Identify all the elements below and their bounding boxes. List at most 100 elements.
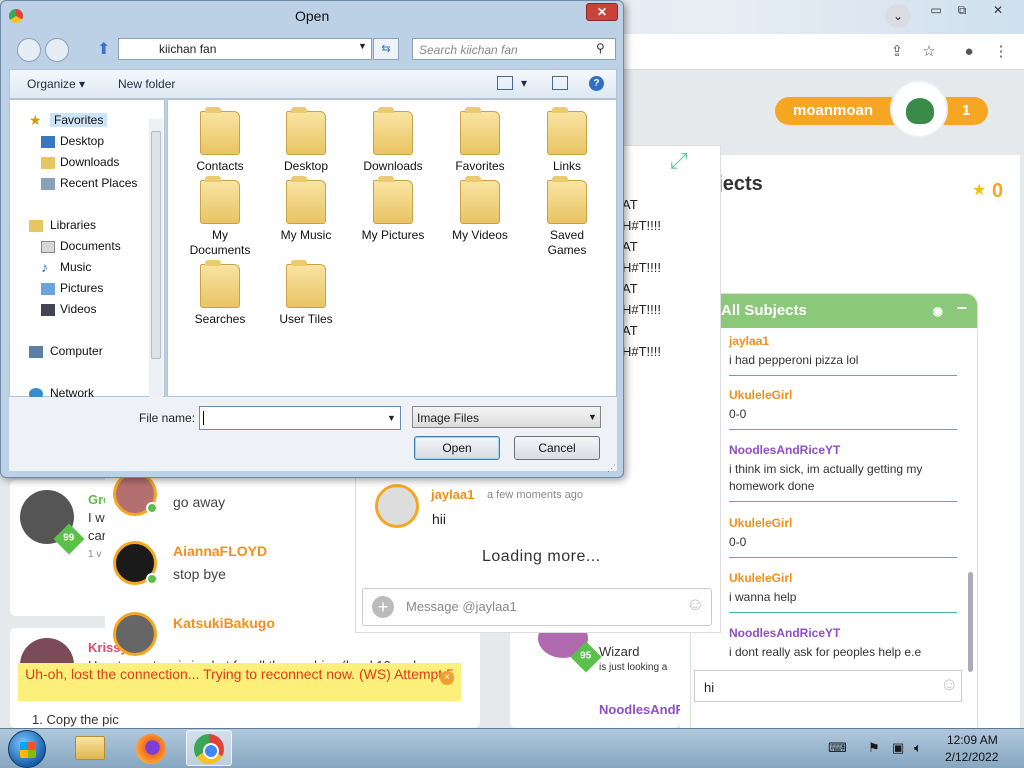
all-subjects-header[interactable]: All Subjects ◉ −: [691, 294, 977, 328]
clock-time[interactable]: 12:09 AM: [947, 733, 998, 747]
flag-icon[interactable]: ⚑: [868, 740, 880, 756]
volume-icon[interactable]: 🔈︎: [914, 740, 922, 756]
network-icon[interactable]: ▣: [892, 740, 904, 756]
file-type-select[interactable]: Image Files: [412, 406, 601, 428]
minimize-button[interactable]: ▭: [922, 2, 950, 18]
message-author[interactable]: jaylaa1: [431, 487, 474, 502]
dm-name[interactable]: AiannaFLOYD: [173, 543, 267, 559]
minimize-icon[interactable]: −: [956, 298, 967, 319]
maximize-button[interactable]: ⧉: [948, 2, 976, 18]
loading-indicator: Loading more...: [482, 548, 601, 565]
clock-date[interactable]: 2/12/2022: [945, 750, 998, 764]
message-author[interactable]: NoodlesAndRiceYT: [729, 443, 957, 457]
folder-item[interactable]: Links: [530, 107, 604, 174]
path-dropdown-icon[interactable]: ▼: [358, 41, 367, 51]
folder-icon: [286, 176, 326, 224]
cancel-button[interactable]: Cancel: [514, 436, 600, 460]
folder-item[interactable]: My Music: [269, 176, 343, 243]
subject-message-input[interactable]: hi: [694, 670, 962, 702]
music-icon: ♪: [41, 259, 48, 275]
keyboard-icon[interactable]: ⌨: [828, 740, 847, 756]
star-icon[interactable]: ☆: [918, 42, 940, 62]
new-folder-button[interactable]: New folder: [118, 77, 175, 91]
address-path[interactable]: kiichan fan: [118, 38, 372, 60]
search-icon[interactable]: ⚲: [596, 41, 605, 55]
folder-item[interactable]: My Documents: [183, 176, 257, 258]
nav-computer[interactable]: Computer: [50, 344, 103, 358]
folder-item[interactable]: Searches: [183, 260, 257, 327]
close-icon[interactable]: ×: [440, 671, 454, 685]
username: moanmoan: [793, 102, 874, 119]
avatar[interactable]: [113, 612, 157, 656]
plus-icon[interactable]: +: [372, 596, 394, 618]
folder-item[interactable]: My Pictures: [356, 176, 430, 243]
preview-pane-icon[interactable]: [552, 76, 568, 90]
menu-icon[interactable]: ⋮: [990, 42, 1012, 62]
folder-item[interactable]: Desktop: [269, 107, 343, 174]
chevron-down-icon[interactable]: ▼: [387, 413, 396, 423]
user-count: 1: [962, 102, 971, 119]
share-icon[interactable]: ⇪: [886, 42, 908, 62]
nav-desktop[interactable]: Desktop: [60, 134, 104, 148]
chevron-down-icon[interactable]: ⌄: [885, 4, 911, 28]
search-input[interactable]: Search kiichan fan: [412, 38, 616, 60]
path-segment[interactable]: kiichan fan: [159, 42, 216, 56]
nav-pictures[interactable]: Pictures: [60, 281, 103, 295]
folder-item[interactable]: Downloads: [356, 107, 430, 174]
folder-item[interactable]: Saved Games: [530, 176, 604, 258]
folder-icon: [373, 107, 413, 155]
folder-item[interactable]: My Videos: [443, 176, 517, 243]
avatar[interactable]: [890, 80, 948, 138]
message-author[interactable]: UkuleleGirl: [729, 571, 957, 585]
scrollbar-thumb[interactable]: [151, 131, 161, 359]
forward-button[interactable]: [45, 38, 69, 62]
emoji-icon[interactable]: ☺: [940, 674, 958, 695]
nav-music[interactable]: Music: [60, 260, 91, 274]
refresh-button[interactable]: ⇆: [373, 38, 399, 60]
chevron-down-icon[interactable]: ▼: [588, 412, 597, 422]
dm-name[interactable]: KatsukiBakugo: [173, 615, 275, 631]
nav-videos[interactable]: Videos: [60, 302, 96, 316]
nav-recent-places[interactable]: Recent Places: [60, 176, 137, 190]
start-button[interactable]: [8, 730, 46, 768]
message-author[interactable]: jaylaa1: [729, 334, 957, 348]
organize-button[interactable]: Organize ▾: [27, 77, 85, 91]
chevron-down-icon[interactable]: ▾: [521, 76, 527, 90]
message-author[interactable]: UkuleleGirl: [729, 388, 957, 402]
help-icon[interactable]: ?: [589, 76, 604, 91]
profile-icon[interactable]: ●: [958, 42, 980, 62]
up-arrow-icon[interactable]: ⬆: [97, 39, 110, 59]
folder-item[interactable]: Favorites: [443, 107, 517, 174]
folder-item[interactable]: User Tiles: [269, 260, 343, 327]
file-name-input[interactable]: [199, 406, 401, 430]
open-button[interactable]: Open: [414, 436, 500, 460]
recent-places-icon: [41, 178, 55, 190]
dialog-title: Open: [295, 8, 330, 24]
eye-off-icon[interactable]: ◉: [933, 304, 943, 318]
close-button[interactable]: ✕: [586, 3, 618, 21]
close-button[interactable]: ✕: [984, 2, 1012, 18]
nav-libraries[interactable]: Libraries: [50, 218, 96, 232]
message-text: 0-0: [729, 535, 747, 549]
resize-grip-icon[interactable]: ⋰: [607, 463, 616, 474]
chat-line: H#T!!!!: [622, 260, 662, 275]
nav-downloads[interactable]: Downloads: [60, 155, 119, 169]
emoji-icon[interactable]: ☺: [686, 594, 704, 615]
folder-item[interactable]: Contacts: [183, 107, 257, 174]
feed-author[interactable]: NoodlesAndR: [599, 702, 685, 717]
back-button[interactable]: [17, 38, 41, 62]
chat-line: H#T!!!!: [622, 344, 662, 359]
list-item: UkuleleGirl 0-0: [729, 388, 957, 430]
message-author[interactable]: UkuleleGirl: [729, 516, 957, 530]
message-author[interactable]: NoodlesAndRiceYT: [729, 626, 957, 640]
feed-author[interactable]: Wizard: [599, 644, 639, 659]
chrome-icon: [194, 734, 224, 764]
nav-documents[interactable]: Documents: [60, 239, 121, 253]
view-options-icon[interactable]: [497, 76, 513, 90]
avatar[interactable]: [375, 484, 419, 528]
downloads-icon: [41, 157, 55, 169]
user-pill[interactable]: moanmoan 1: [775, 97, 988, 125]
nav-favorites[interactable]: Favorites: [50, 113, 108, 127]
scrollbar[interactable]: [968, 572, 973, 672]
expand-icon[interactable]: ⤢: [670, 148, 688, 174]
